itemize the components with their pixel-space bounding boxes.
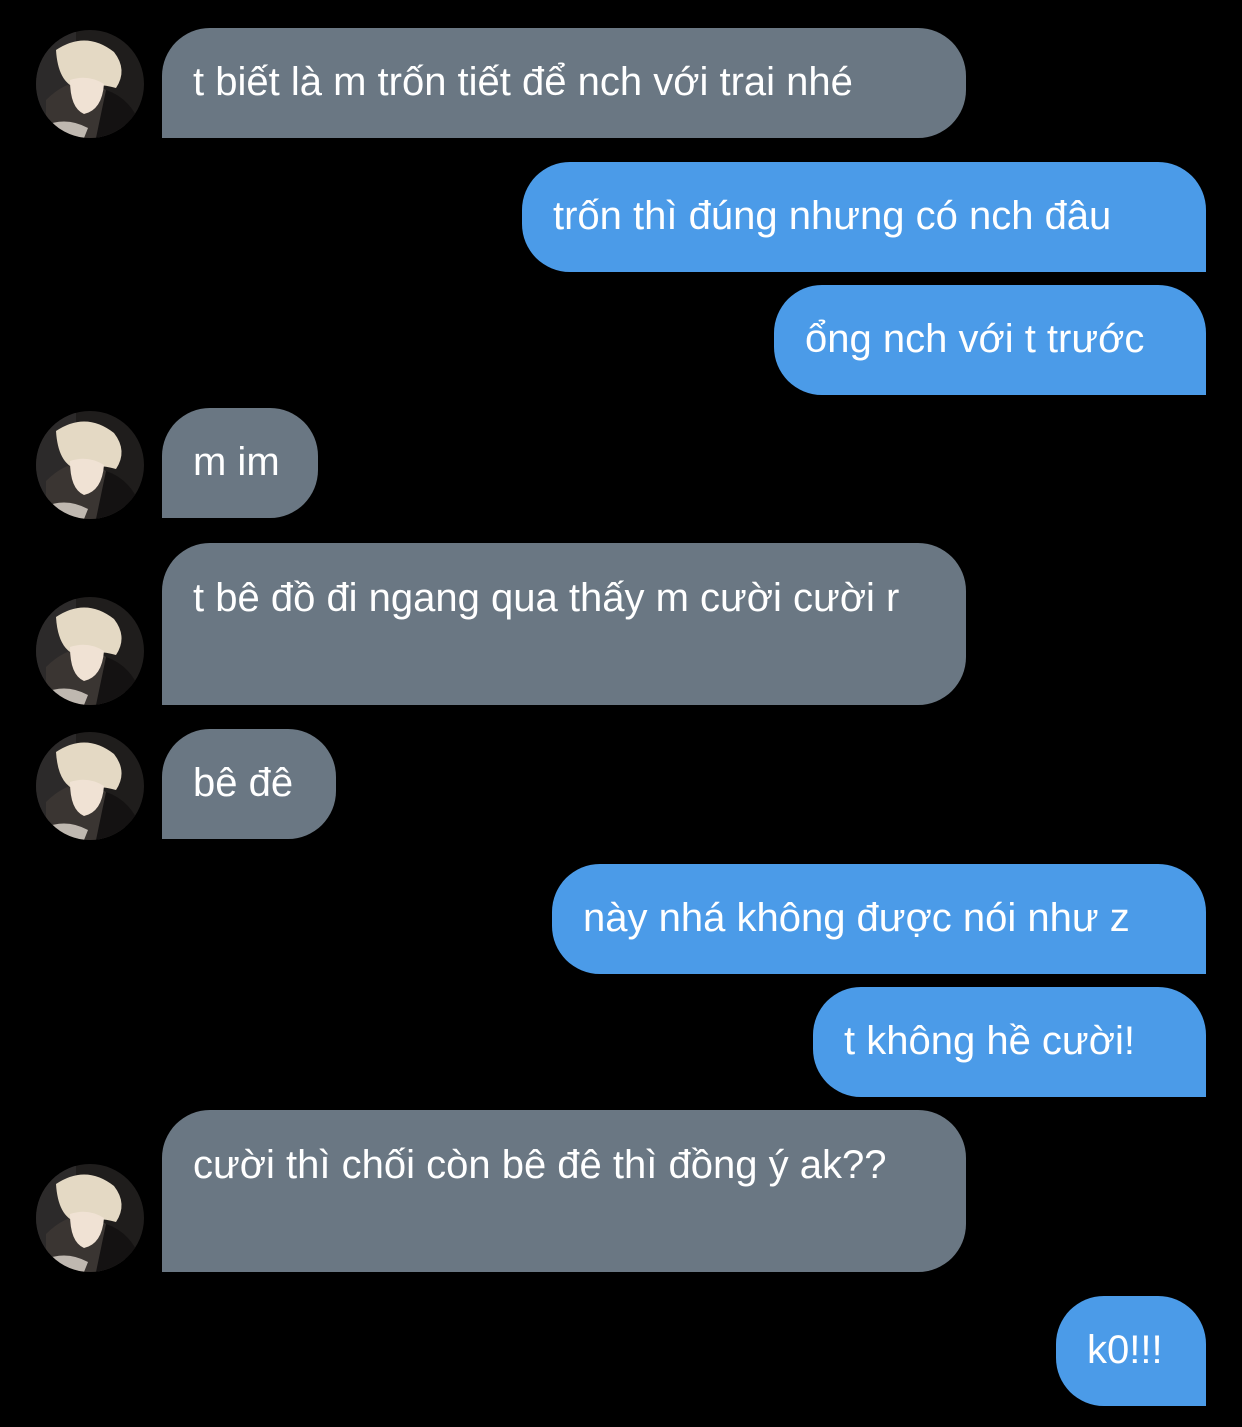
avatar-photo-icon [36, 411, 144, 519]
contact-avatar[interactable] [36, 411, 144, 519]
message-bubble-incoming[interactable]: t bê đồ đi ngang qua thấy m cười cười r [162, 543, 966, 705]
message-bubble-incoming[interactable]: bê đê [162, 729, 336, 839]
avatar-photo-icon [36, 1164, 144, 1272]
message-bubble-outgoing[interactable]: này nhá không được nói như z [552, 864, 1206, 974]
message-bubble-incoming[interactable]: m im [162, 408, 318, 518]
message-bubble-outgoing[interactable]: trốn thì đúng nhưng có nch đâu [522, 162, 1206, 272]
contact-avatar[interactable] [36, 30, 144, 138]
avatar-photo-icon [36, 30, 144, 138]
contact-avatar[interactable] [36, 1164, 144, 1272]
message-bubble-incoming[interactable]: t biết là m trốn tiết để nch với trai nh… [162, 28, 966, 138]
contact-avatar[interactable] [36, 732, 144, 840]
message-bubble-outgoing[interactable]: ổng nch với t trước [774, 285, 1206, 395]
contact-avatar[interactable] [36, 597, 144, 705]
message-bubble-incoming[interactable]: cười thì chối còn bê đê thì đồng ý ak?? [162, 1110, 966, 1272]
avatar-photo-icon [36, 597, 144, 705]
message-bubble-outgoing[interactable]: t không hề cười! [813, 987, 1206, 1097]
message-bubble-outgoing[interactable]: k0!!! [1056, 1296, 1206, 1406]
avatar-photo-icon [36, 732, 144, 840]
